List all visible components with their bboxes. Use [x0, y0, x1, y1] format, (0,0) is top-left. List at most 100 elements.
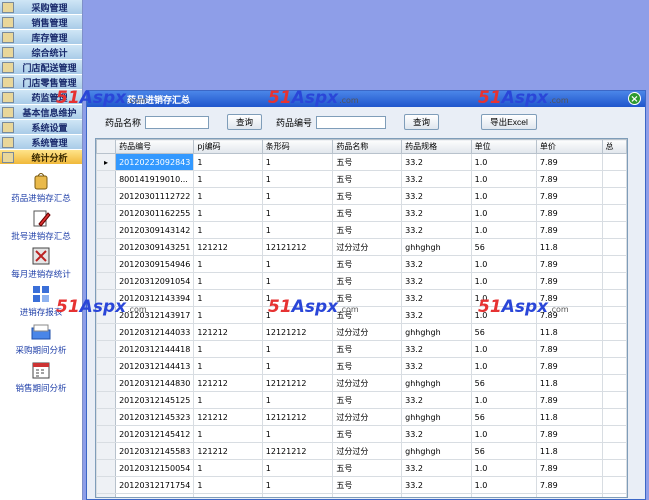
table-cell[interactable]: 20120309143142 [115, 221, 195, 239]
table-cell[interactable]: ghhghgh [401, 442, 472, 460]
column-header[interactable]: 总 [601, 139, 627, 154]
table-cell[interactable]: 1 [261, 340, 334, 358]
table-cell[interactable] [601, 289, 627, 307]
table-row[interactable]: 20120312144830 121212 12121212 过分过分 ghhghgh 5… [96, 374, 627, 392]
table-cell[interactable]: 20120301112722 [115, 187, 195, 205]
menu-item[interactable]: 统计分析 [0, 150, 82, 165]
table-cell[interactable]: 过分过分 [332, 238, 403, 256]
table-cell[interactable]: 121212 [193, 442, 263, 460]
row-header[interactable] [96, 374, 117, 392]
data-grid[interactable]: 药品编号 pj编码 条形码 药品名称 药品规格 单位 单价总 ▸ 20120223092843… [95, 138, 628, 498]
row-header[interactable] [96, 170, 117, 188]
table-cell[interactable]: 1.0 [470, 476, 537, 494]
table-cell[interactable]: 121212 [193, 238, 263, 256]
table-cell[interactable]: 7.89 [535, 493, 603, 497]
table-cell[interactable]: 56 [470, 323, 537, 341]
table-cell[interactable]: 1 [261, 289, 334, 307]
table-cell[interactable]: 1.0 [470, 255, 537, 273]
table-cell[interactable]: 1.0 [470, 153, 537, 171]
menu-item[interactable]: 基本信息维护 [0, 105, 82, 120]
table-cell[interactable] [601, 255, 627, 273]
table-row[interactable]: 20120312145412 1 1 五号 33.2 1.0 7.89 [96, 425, 627, 443]
drug-code-input[interactable] [316, 115, 387, 129]
table-cell[interactable]: 1 [193, 476, 263, 494]
table-cell[interactable]: 五号 [332, 272, 403, 290]
table-cell[interactable]: 33.2 [401, 357, 472, 375]
close-button[interactable]: × [628, 92, 641, 105]
table-cell[interactable]: 33.2 [401, 306, 472, 324]
table-cell[interactable]: 1 [193, 255, 263, 273]
table-cell[interactable]: 121212 [193, 374, 263, 392]
table-cell[interactable] [601, 221, 627, 239]
table-cell[interactable]: 7.89 [535, 187, 603, 205]
table-cell[interactable]: 33.2 [401, 170, 472, 188]
row-header[interactable] [96, 493, 117, 497]
menu-item[interactable]: 销售管理 [0, 15, 82, 30]
table-cell[interactable]: 1 [193, 170, 263, 188]
table-cell[interactable]: 56 [470, 238, 537, 256]
table-cell[interactable]: 1.0 [470, 459, 537, 477]
table-cell[interactable]: 五号 [332, 493, 403, 497]
table-cell[interactable] [601, 187, 627, 205]
table-cell[interactable] [601, 442, 627, 460]
column-header[interactable]: 药品规格 [401, 139, 472, 154]
table-cell[interactable]: 7.89 [535, 272, 603, 290]
table-cell[interactable]: 1 [193, 272, 263, 290]
table-row[interactable]: 20120312150054 1 1 五号 33.2 1.0 7.89 [96, 459, 627, 477]
table-row[interactable]: 2012031218005911五号33.21.07.89 [96, 493, 627, 497]
table-cell[interactable]: 20120312144033 [115, 323, 195, 341]
table-cell[interactable]: 56 [470, 374, 537, 392]
table-cell[interactable]: 12121212 [261, 442, 334, 460]
table-row[interactable]: 20120312171754 1 1 五号 33.2 1.0 7.89 [96, 476, 627, 494]
table-cell[interactable]: 五号 [332, 357, 403, 375]
table-cell[interactable]: 11.8 [535, 323, 603, 341]
table-cell[interactable]: 20120312144418 [115, 340, 195, 358]
table-cell[interactable] [601, 323, 627, 341]
table-row[interactable]: 20120312144418 1 1 五号 33.2 1.0 7.89 [96, 340, 627, 358]
table-row[interactable]: 800141919010... 1 1 五号 33.2 1.0 7.89 [96, 170, 627, 188]
table-cell[interactable]: ghhghgh [401, 374, 472, 392]
table-cell[interactable]: 五号 [332, 459, 403, 477]
table-cell[interactable]: 7.89 [535, 357, 603, 375]
table-cell[interactable]: 12121212 [261, 323, 334, 341]
table-cell[interactable]: 20120312145125 [115, 391, 195, 409]
table-row[interactable]: 20120312143917 1 1 五号 33.2 1.0 7.89 [96, 306, 627, 324]
sidebar-sub-item[interactable]: 药品进销存汇总 [0, 169, 82, 207]
table-cell[interactable]: 1 [261, 476, 334, 494]
table-cell[interactable] [601, 204, 627, 222]
table-cell[interactable]: 12121212 [261, 374, 334, 392]
table-cell[interactable] [601, 391, 627, 409]
table-cell[interactable]: 7.89 [535, 459, 603, 477]
table-cell[interactable]: 1 [193, 340, 263, 358]
table-cell[interactable]: 五号 [332, 221, 403, 239]
sidebar-sub-item[interactable]: 每月进销存统计 [0, 245, 82, 283]
table-cell[interactable]: 1 [261, 204, 334, 222]
row-header[interactable] [96, 408, 117, 426]
table-cell[interactable]: 1.0 [470, 340, 537, 358]
table-cell[interactable]: 121212 [193, 323, 263, 341]
table-cell[interactable] [601, 408, 627, 426]
table-row[interactable]: 20120312144033 121212 12121212 过分过分 ghhghgh 5… [96, 323, 627, 341]
table-cell[interactable]: 1 [193, 204, 263, 222]
table-cell[interactable]: 7.89 [535, 340, 603, 358]
row-header[interactable] [96, 425, 117, 443]
table-cell[interactable]: 1 [261, 170, 334, 188]
table-cell[interactable]: 过分过分 [332, 374, 403, 392]
table-cell[interactable]: 33.2 [401, 255, 472, 273]
drug-name-input[interactable] [145, 115, 210, 129]
menu-item[interactable]: 综合统计 [0, 45, 82, 60]
table-cell[interactable]: 33.2 [401, 204, 472, 222]
table-cell[interactable]: 1 [261, 493, 334, 497]
row-header[interactable] [96, 272, 117, 290]
table-cell[interactable] [601, 357, 627, 375]
table-cell[interactable]: 五号 [332, 170, 403, 188]
table-cell[interactable]: 11.8 [535, 408, 603, 426]
table-cell[interactable]: 11.8 [535, 238, 603, 256]
table-cell[interactable]: 12121212 [261, 238, 334, 256]
table-cell[interactable]: 1.0 [470, 272, 537, 290]
table-cell[interactable]: 1 [261, 459, 334, 477]
table-cell[interactable]: 800141919010... [115, 170, 195, 188]
table-cell[interactable]: 1 [193, 221, 263, 239]
table-cell[interactable]: 20120301162255 [115, 204, 195, 222]
row-header[interactable] [96, 289, 117, 307]
